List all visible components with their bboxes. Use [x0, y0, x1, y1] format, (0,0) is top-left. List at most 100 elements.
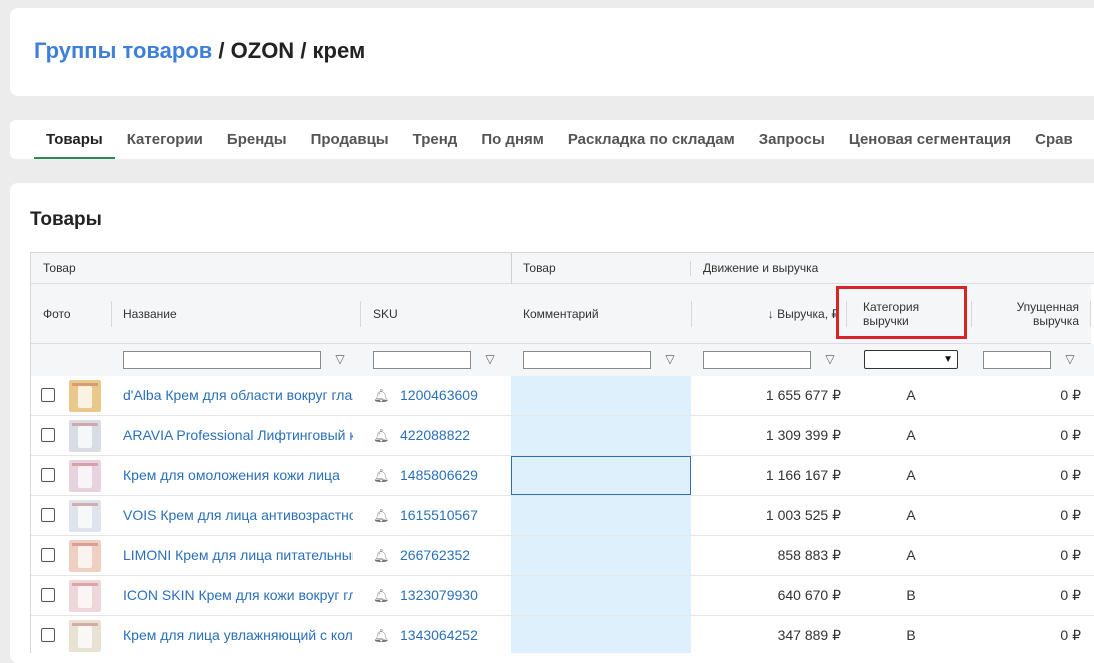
sku-link[interactable]: 1615510567 — [400, 496, 478, 535]
revenue-category-value: B — [906, 587, 916, 603]
header-card: Группы товаров / OZON / крем — [10, 8, 1094, 96]
tabs-bar: Товары Категории Бренды Продавцы Тренд По дня… — [10, 120, 1094, 159]
lost-revenue-value: 0 ₽ — [1060, 507, 1081, 523]
filter-icon[interactable]: ▽ — [1063, 352, 1077, 366]
tab-1[interactable]: Категории — [115, 120, 215, 159]
tab-7[interactable]: Запросы — [747, 120, 837, 159]
column-header-comment-label: Комментарий — [523, 306, 599, 321]
sku-filter-input[interactable] — [373, 351, 471, 369]
product-name-link[interactable]: ICON SKIN Крем для кожи вокруг глаз — [123, 576, 353, 615]
product-name-link[interactable]: ARAVIA Professional Лифтинговый крем — [123, 416, 353, 455]
revenue-category-value: A — [906, 427, 916, 443]
column-header-revenue-category[interactable]: Категория выручки — [851, 284, 971, 344]
product-photo — [69, 580, 101, 612]
revenue-category-value: A — [906, 387, 916, 403]
tab-8[interactable]: Ценовая сегментация — [837, 120, 1023, 159]
row-checkbox[interactable] — [41, 548, 55, 562]
column-header-comment[interactable]: Комментарий — [511, 284, 691, 344]
bell-icon[interactable]: 🔔︎ — [373, 376, 389, 415]
group-header-product-2: Товар — [511, 253, 691, 284]
lost-revenue-value: 0 ₽ — [1060, 467, 1081, 483]
bell-icon[interactable]: 🔔︎ — [373, 576, 389, 615]
column-header-category-line1: Категория — [863, 299, 920, 314]
bell-icon[interactable]: 🔔︎ — [373, 416, 389, 455]
sku-link[interactable]: 1343064252 — [400, 616, 478, 653]
tab-0[interactable]: Товары — [34, 120, 115, 159]
revenue-value: 1 166 167 ₽ — [765, 467, 841, 483]
column-header-revenue[interactable]: ↓ Выручка, ₽ — [691, 284, 851, 344]
product-name-link[interactable]: Крем для омоложения кожи лица — [123, 456, 353, 495]
tab-4[interactable]: Тренд — [401, 120, 470, 159]
comment-cell[interactable] — [511, 416, 691, 455]
comment-cell[interactable] — [511, 536, 691, 575]
header-divider — [691, 301, 692, 327]
product-name-link[interactable]: Крем для лица увлажняющий с коллагеном — [123, 616, 353, 653]
header-divider — [846, 301, 847, 327]
comment-cell[interactable] — [511, 376, 691, 415]
filter-icon[interactable]: ▽ — [483, 352, 497, 366]
comment-cell[interactable] — [511, 576, 691, 615]
tab-9[interactable]: Срав — [1023, 120, 1085, 159]
group-header-product: Товар — [31, 253, 511, 284]
sku-link[interactable]: 422088822 — [400, 416, 470, 455]
breadcrumb-link-product-groups[interactable]: Группы товаров — [34, 38, 212, 63]
column-header-sku[interactable]: SKU — [361, 284, 511, 344]
tab-3[interactable]: Продавцы — [299, 120, 401, 159]
row-checkbox[interactable] — [41, 588, 55, 602]
row-checkbox[interactable] — [41, 628, 55, 642]
table-row[interactable]: ICON SKIN Крем для кожи вокруг глаз 🔔︎ 132… — [31, 576, 1094, 616]
table-row[interactable]: Крем для лица увлажняющий с коллагеном 🔔︎… — [31, 616, 1094, 653]
revenue-value: 1 309 399 ₽ — [765, 427, 841, 443]
page-title: крем — [312, 38, 366, 63]
product-name-link[interactable]: VOIS Крем для лица антивозрастной — [123, 496, 353, 535]
tab-2[interactable]: Бренды — [215, 120, 299, 159]
column-header-lost-line2: выручка — [1033, 313, 1079, 328]
revenue-value: 858 883 ₽ — [777, 547, 841, 563]
tabs-list: Товары Категории Бренды Продавцы Тренд По дня… — [10, 120, 1085, 159]
revenue-category-filter-select[interactable]: ▼ — [864, 350, 958, 369]
comment-cell[interactable] — [511, 496, 691, 535]
bell-icon[interactable]: 🔔︎ — [373, 496, 389, 535]
group-header-movement: Движение и выручка — [691, 253, 1094, 284]
sku-link[interactable]: 1200463609 — [400, 376, 478, 415]
table-row[interactable]: Крем для омоложения кожи лица 🔔︎ 148580662… — [31, 456, 1094, 496]
table-row[interactable]: VOIS Крем для лица антивозрастной 🔔︎ 16155… — [31, 496, 1094, 536]
comment-cell[interactable] — [511, 616, 691, 653]
row-checkbox[interactable] — [41, 468, 55, 482]
lost-revenue-value: 0 ₽ — [1060, 427, 1081, 443]
sku-link[interactable]: 1485806629 — [400, 456, 478, 495]
sku-link[interactable]: 266762352 — [400, 536, 470, 575]
product-photo — [69, 420, 101, 452]
product-name-link[interactable]: d'Alba Крем для области вокруг глаз — [123, 376, 353, 415]
tab-6[interactable]: Раскладка по складам — [556, 120, 747, 159]
lost-revenue-value: 0 ₽ — [1060, 387, 1081, 403]
comment-filter-input[interactable] — [523, 351, 651, 369]
bell-icon[interactable]: 🔔︎ — [373, 616, 389, 653]
comment-cell[interactable] — [511, 456, 691, 495]
revenue-value: 1 655 677 ₽ — [765, 387, 841, 403]
breadcrumb-separator: / — [212, 38, 231, 63]
table-row[interactable]: LIMONI Крем для лица питательный 🔔︎ 266762… — [31, 536, 1094, 576]
lost-revenue-filter-input[interactable] — [983, 351, 1051, 369]
column-header-lost-line1: Упущенная — [1016, 299, 1079, 314]
column-header-name[interactable]: Название — [111, 284, 361, 344]
column-header-photo[interactable]: Фото — [31, 284, 111, 344]
column-header-lost-revenue[interactable]: Упущенная выручка — [971, 284, 1091, 344]
row-checkbox[interactable] — [41, 428, 55, 442]
revenue-filter-input[interactable] — [703, 351, 811, 369]
filter-icon[interactable]: ▽ — [663, 352, 677, 366]
column-header-sku-label: SKU — [373, 306, 398, 321]
product-name-link[interactable]: LIMONI Крем для лица питательный — [123, 536, 353, 575]
table-row[interactable]: d'Alba Крем для области вокруг глаз 🔔︎ 120… — [31, 376, 1094, 416]
filter-icon[interactable]: ▽ — [333, 352, 347, 366]
table-row[interactable]: ARAVIA Professional Лифтинговый крем 🔔︎ 42… — [31, 416, 1094, 456]
row-checkbox[interactable] — [41, 508, 55, 522]
bell-icon[interactable]: 🔔︎ — [373, 536, 389, 575]
filter-icon[interactable]: ▽ — [823, 352, 837, 366]
bell-icon[interactable]: 🔔︎ — [373, 456, 389, 495]
name-filter-input[interactable] — [123, 351, 321, 369]
sku-link[interactable]: 1323079930 — [400, 576, 478, 615]
row-checkbox[interactable] — [41, 388, 55, 402]
tab-5[interactable]: По дням — [469, 120, 556, 159]
column-header-photo-label: Фото — [43, 306, 71, 321]
